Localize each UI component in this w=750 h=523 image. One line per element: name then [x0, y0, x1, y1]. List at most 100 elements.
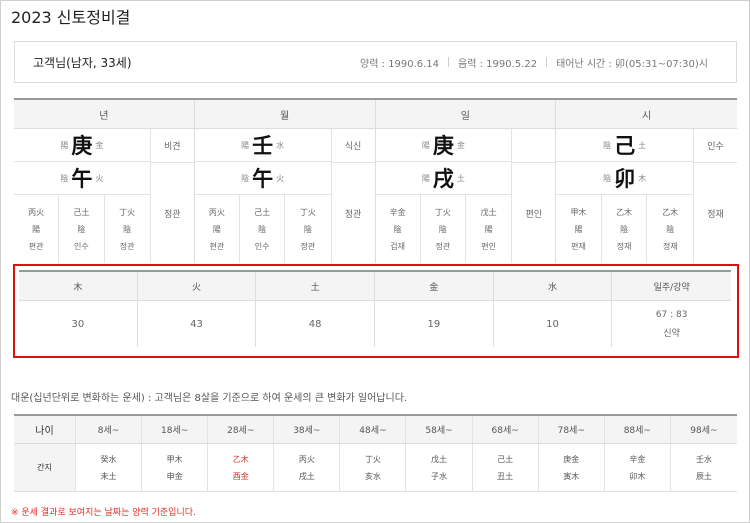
customer-name: 고객님(남자, 33세) [33, 55, 132, 70]
daeun-age: 28세~ [208, 416, 275, 443]
divider [546, 57, 548, 67]
daeun-ganji: 己土 丑土 [473, 444, 539, 491]
pillars-body: 陽庚金陰午火丙火陽 편관 己土陰 인수 丁火陰 정관 비견 정관 陽壬水陰午火丙火陽 편관 己土陰 인… [14, 129, 737, 263]
hidden-stem-god: 편관 [209, 241, 225, 251]
ten-gods-column: 비견 정관 [149, 129, 194, 263]
daeun-branch: 亥水 [364, 471, 381, 481]
hidden-stems-row: 丙火陽 편관 己土陰 인수 丁火陰 정관 [195, 195, 331, 263]
hidden-stem-char: 丁火 [299, 207, 316, 217]
daeun-branch: 未土 [100, 471, 117, 481]
daeun-age: 18세~ [142, 416, 209, 443]
hidden-stem-yinyang: 陰 [438, 224, 447, 234]
branch-yinyang: 陰 [603, 173, 612, 183]
stem-element: 金 [456, 140, 465, 150]
daeun-ganji: 壬水 辰土 [671, 444, 737, 491]
daeun-age: 38세~ [274, 416, 341, 443]
hidden-stem-yinyang: 陽 [574, 224, 583, 234]
hidden-stem-god: 편인 [481, 241, 496, 251]
hidden-stem-god: 겁재 [390, 241, 405, 251]
daeun-stem: 己土 [497, 454, 514, 464]
heavenly-stem: 庚 [71, 133, 93, 158]
hidden-stem-yinyang: 陽 [212, 224, 221, 234]
birth-info: 양력 : 1990.6.14 음력 : 1990.5.22 태어난 시간 : 卯… [360, 55, 708, 70]
daeun-ganji: 庚金 寅木 [539, 444, 605, 491]
hidden-stem: 丁火陰 정관 [105, 195, 150, 263]
branch-row: 陽戌土 [375, 162, 512, 195]
daeun-stem: 戊土 [431, 454, 448, 464]
ten-gods-column: 식신 정관 [330, 129, 375, 263]
daeun-ganji-row: 간지 癸水 未土 甲木 申金 乙木 酉金 丙火 戌土 丁火 亥水 戊土 子水 己土 丑土 庚金 寅木 辛金 卯木壬… [14, 444, 737, 492]
hidden-stem-yinyang: 陽 [32, 224, 41, 234]
highlight-box [13, 264, 739, 358]
hidden-stem: 丁火陰 정관 [421, 195, 466, 263]
hidden-stem: 己土陰 인수 [240, 195, 286, 263]
hidden-stem: 丙火陽 편관 [14, 195, 60, 263]
stem-ten-god [512, 129, 555, 162]
ten-gods-column: 편인 [511, 129, 556, 263]
hidden-stem-yinyang: 陰 [620, 224, 629, 234]
hidden-stem-god: 편관 [28, 241, 44, 251]
header-year: 년 [14, 100, 195, 128]
branch-yinyang: 陰 [60, 173, 69, 183]
stem-element: 金 [95, 140, 104, 150]
hidden-stem-char: 丁火 [434, 207, 451, 217]
hidden-stem-god: 정재 [662, 241, 678, 251]
hidden-stem-char: 乙木 [616, 207, 633, 217]
stem-ten-god: 인수 [707, 142, 724, 152]
stem-yinyang: 陰 [603, 140, 612, 150]
stem-yinyang: 陽 [241, 140, 250, 150]
branch-row: 陰卯木 [556, 162, 693, 195]
header-day: 일 [376, 100, 557, 128]
pillar-cells: 陽庚金陽戌土辛金陰 겁재 丁火陰 정관 戊土陽 편인 [375, 129, 512, 263]
hidden-stem-god: 정관 [300, 241, 316, 251]
birth-time: 태어난 시간 : 卯(05:31~07:30)시 [556, 58, 708, 70]
ten-gods-column: 인수정재 [693, 129, 737, 263]
daeun-stem: 丙火 [298, 454, 315, 464]
pillar-column: 陽庚金陰午火丙火陽 편관 己土陰 인수 丁火陰 정관 비견 정관 [14, 129, 195, 263]
heavenly-stem: 壬 [252, 133, 274, 158]
branch-ten-god: 정관 [331, 162, 375, 263]
pillar-cells: 陰己土陰卯木甲木陽 편재 乙木陰 정재 乙木陰 정재 [556, 129, 693, 263]
heavenly-stem: 己 [614, 133, 636, 158]
branch-ten-god: 정재 [694, 162, 737, 263]
daeun-age: 48세~ [340, 416, 407, 443]
hidden-stem-yinyang: 陰 [303, 224, 312, 234]
hidden-stem-god: 정관 [119, 241, 135, 251]
age-label: 나이 [14, 416, 76, 443]
hidden-stem-yinyang: 陰 [666, 224, 675, 234]
daeun-note: 대운(십년단위로 변화하는 운세) : 고객님은 8살을 기준으로 하여 운세의… [11, 393, 408, 404]
hidden-stem-char: 己土 [254, 207, 271, 217]
daeun-branch: 申金 [166, 471, 183, 481]
branch-element: 火 [276, 173, 285, 183]
earthly-branch: 卯 [614, 166, 636, 191]
stem-yinyang: 陽 [60, 140, 69, 150]
daeun-age: 68세~ [473, 416, 539, 443]
branch-row: 陰午火 [194, 162, 331, 195]
daeun-age: 78세~ [539, 416, 605, 443]
stem-row: 陽庚金 [375, 129, 512, 162]
hidden-stem-god: 인수 [254, 241, 270, 251]
pillar-column: 陽庚金陽戌土辛金陰 겁재 丁火陰 정관 戊土陽 편인 편인 [375, 129, 557, 263]
pillar-column: 陰己土陰卯木甲木陽 편재 乙木陰 정재 乙木陰 정재 인수 정재 [556, 129, 737, 263]
earthly-branch: 午 [71, 166, 93, 191]
hidden-stem-yinyang: 陰 [393, 224, 402, 234]
page-title: 2023 신토정비결 [11, 8, 131, 27]
daeun-age: 88세~ [605, 416, 671, 443]
stem-element: 土 [638, 140, 647, 150]
daeun-stem: 庚金 [563, 454, 580, 464]
header-month: 월 [195, 100, 376, 128]
daeun-age: 8세~ [76, 416, 143, 443]
branch-ten-god: 편인 [512, 162, 556, 263]
hidden-stems-row: 丙火陽 편관 己土陰 인수 丁火陰 정관 [14, 195, 150, 263]
hidden-stem: 乙木陰 정재 [602, 195, 648, 263]
daeun-stem: 甲木 [166, 454, 183, 464]
pillar-cells: 陽庚金陰午火丙火陽 편관 己土陰 인수 丁火陰 정관 [14, 129, 150, 263]
hidden-stem: 己土陰 인수 [59, 195, 105, 263]
branch-row: 陰午火 [14, 162, 150, 195]
hidden-stem-god: 정재 [616, 241, 632, 251]
hidden-stem-yinyang: 陰 [123, 224, 132, 234]
stem-ten-god: 비견 [163, 142, 181, 152]
hidden-stem-char: 乙木 [662, 207, 679, 217]
daeun-ganji: 辛金 卯木 [605, 444, 671, 491]
daeun-branch: 戌土 [298, 471, 315, 481]
